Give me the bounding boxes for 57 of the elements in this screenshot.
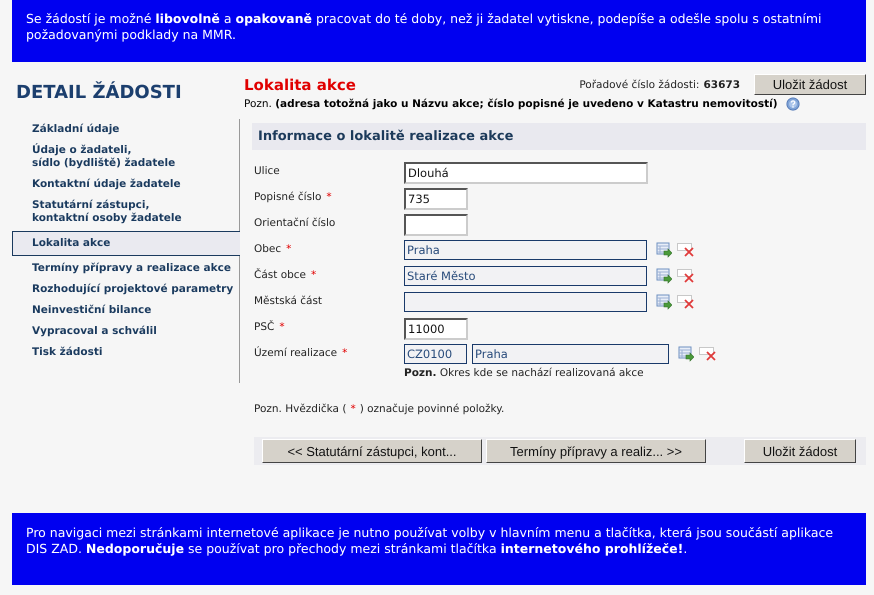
required-note: Pozn. Hvězdička ( bbox=[254, 403, 346, 415]
sidebar-item[interactable]: Základní údaje bbox=[12, 119, 239, 140]
order-number: 63673 bbox=[703, 78, 740, 90]
required-mark: * bbox=[311, 269, 316, 281]
field-label: Území realizace bbox=[254, 347, 338, 359]
clear-icon[interactable] bbox=[677, 295, 695, 309]
previous-button[interactable]: << Statutární zástupci, kont... bbox=[262, 439, 482, 463]
sidebar-title: DETAIL ŽÁDOSTI bbox=[16, 82, 183, 103]
info-text: Pro navigaci mezi stránkami internetové aplikace je nutno používat volby v hlavním menu a tlačítka, která jsou součástí aplikace DIS ZAD. Nedoporučuje se používat pro přechody mezi stránkami tlačítka internetového prohlížeče!. bbox=[26, 525, 834, 557]
lookup-field[interactable]: Praha bbox=[472, 344, 669, 364]
required-note: ) označuje povinné položky. bbox=[360, 403, 504, 415]
table-arrow-icon[interactable] bbox=[656, 268, 672, 284]
required-mark: * bbox=[279, 321, 285, 333]
order-number-label: Pořadové číslo žádosti: bbox=[579, 78, 700, 90]
input-field[interactable]: Dlouhá bbox=[404, 162, 648, 184]
lookup-field[interactable] bbox=[404, 292, 647, 312]
field-label: Ulice bbox=[254, 165, 280, 177]
sidebar-item[interactable]: Vypracoval a schválil bbox=[12, 321, 239, 342]
input-field[interactable]: 735 bbox=[404, 188, 468, 210]
lookup-field[interactable]: Staré Město bbox=[404, 266, 647, 286]
input-field[interactable] bbox=[404, 214, 468, 236]
field-label: Orientační číslo bbox=[254, 217, 336, 229]
hint-text: Pozn. Okres kde se nachází realizovaná akce bbox=[404, 367, 645, 379]
input-field[interactable]: 11000 bbox=[404, 318, 468, 340]
info-text: Se žádostí je možné libovolně a opakovaně pracovat do té doby, než ji žadatel vytiskne, podepíše a odešle spolu s ostatními požadovanými podklady na MMR. bbox=[26, 11, 823, 43]
sidebar-item[interactable]: Rozhodující projektové parametry bbox=[12, 279, 239, 300]
field-label: Část obce bbox=[254, 269, 306, 281]
field-label: PSČ bbox=[254, 321, 274, 333]
field-label: Obec bbox=[254, 243, 282, 255]
save-button[interactable]: Uložit žádost bbox=[744, 439, 856, 463]
sidebar-item[interactable]: Kontaktní údaje žadatele bbox=[12, 174, 239, 195]
help-icon[interactable] bbox=[786, 97, 800, 111]
required-mark: * bbox=[286, 243, 292, 255]
clear-icon[interactable] bbox=[677, 269, 695, 283]
table-arrow-icon[interactable] bbox=[656, 242, 672, 258]
sidebar-item[interactable]: Lokalita akce bbox=[12, 231, 240, 256]
table-arrow-icon[interactable] bbox=[656, 294, 672, 310]
sidebar-item[interactable]: Tisk žádosti bbox=[12, 342, 239, 363]
save-button[interactable]: Uložit žádost bbox=[754, 74, 866, 95]
next-button[interactable]: Termíny přípravy a realiz... >> bbox=[486, 439, 706, 463]
clear-icon[interactable] bbox=[677, 243, 695, 257]
required-mark: * bbox=[342, 347, 348, 359]
page-title: Lokalita akce bbox=[244, 76, 357, 94]
required-mark: * bbox=[326, 191, 332, 203]
clear-icon[interactable] bbox=[699, 347, 717, 361]
field-label: Městská část bbox=[254, 295, 322, 307]
section-header: Informace o lokalitě realizace akce bbox=[252, 123, 866, 150]
lookup-field[interactable]: CZ0100 bbox=[404, 344, 467, 364]
sidebar-item[interactable]: Údaje o žadateli, sídlo (bydliště) žadatele bbox=[12, 140, 239, 174]
sidebar-item[interactable]: Termíny přípravy a realizace akce bbox=[12, 258, 239, 279]
sidebar-item[interactable]: Statutární zástupci, kontaktní osoby žadatele bbox=[12, 195, 239, 229]
table-arrow-icon[interactable] bbox=[678, 346, 694, 362]
note-text: Pozn. (adresa totožná jako u Názvu akce; číslo popisné je uvedeno v Katastru nemovitostí) bbox=[244, 98, 778, 110]
lookup-field[interactable]: Praha bbox=[404, 240, 647, 260]
sidebar-item[interactable]: Neinvestiční bilance bbox=[12, 300, 239, 321]
required-mark: * bbox=[350, 403, 356, 415]
field-label: Popisné číslo bbox=[254, 191, 322, 203]
